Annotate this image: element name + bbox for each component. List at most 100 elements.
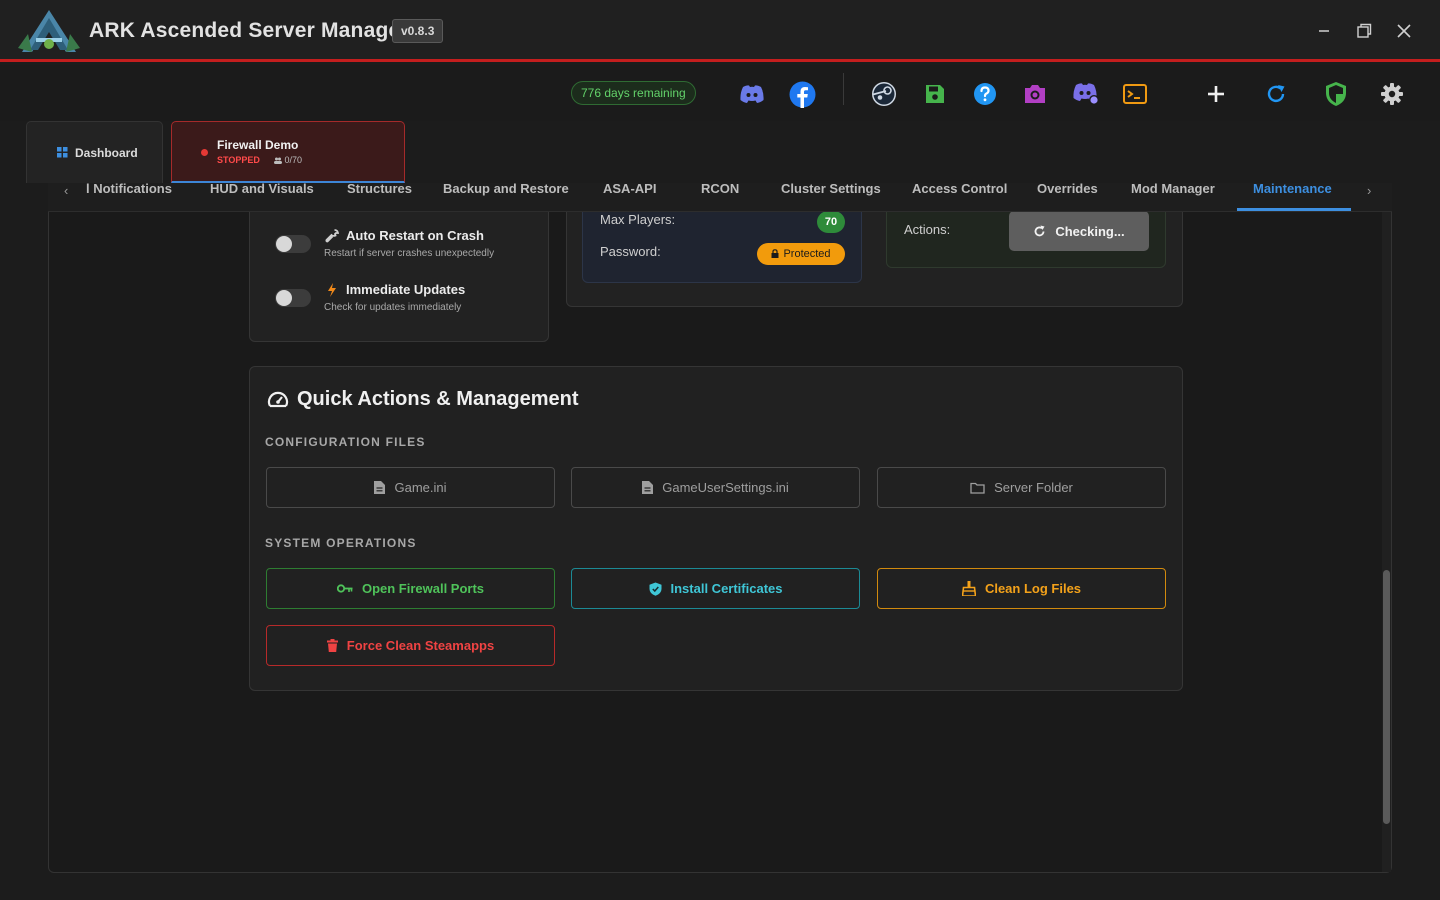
- clean-log-files-label: Clean Log Files: [984, 581, 1082, 596]
- tab-structures[interactable]: Structures: [347, 183, 412, 196]
- password-badge: Protected: [757, 243, 845, 265]
- console-button[interactable]: [1120, 79, 1150, 109]
- key-icon: [336, 584, 353, 593]
- immediate-updates-title: Immediate Updates: [346, 282, 466, 297]
- tab-access-control[interactable]: Access Control: [912, 183, 1007, 196]
- password-label: Password:: [600, 244, 661, 259]
- tab-backup-restore[interactable]: Backup and Restore: [443, 183, 569, 196]
- tab-asa-api[interactable]: ASA-API: [603, 183, 656, 196]
- file-icon: [642, 481, 654, 494]
- force-clean-steamapps-label: Force Clean Steamapps: [346, 638, 495, 653]
- tab-overrides[interactable]: Overrides: [1037, 183, 1098, 196]
- save-icon: [926, 85, 944, 103]
- tab-server-firewall-demo[interactable]: Firewall Demo STOPPED 0/70: [171, 121, 405, 183]
- app-title: ARK Ascended Server Manager: [89, 19, 409, 42]
- toolbar-separator: [843, 73, 844, 105]
- tab-notifications[interactable]: l Notifications: [86, 183, 172, 196]
- game-ini-button[interactable]: Game.ini: [266, 467, 555, 508]
- facebook-icon: [789, 81, 815, 108]
- license-days-badge: 776 days remaining: [571, 81, 696, 105]
- max-players-label: Max Players:: [600, 212, 676, 227]
- plus-icon: [1208, 86, 1224, 102]
- shield-icon: [1326, 82, 1346, 106]
- settings-tabs: ‹ l Notifications HUD and Visuals Struct…: [48, 183, 1392, 212]
- trash-icon: [326, 639, 338, 652]
- password-value: Protected: [783, 248, 831, 260]
- refresh-icon: [1267, 85, 1285, 103]
- tab-dashboard-label: Dashboard: [75, 146, 138, 160]
- lock-icon: [771, 249, 779, 258]
- settings-button[interactable]: [1377, 79, 1407, 109]
- users-icon: [274, 157, 282, 165]
- file-icon: [374, 481, 386, 494]
- bolt-icon: [328, 283, 336, 297]
- auto-restart-toggle[interactable]: [275, 235, 311, 253]
- steam-button[interactable]: [869, 79, 899, 109]
- system-operations-label: SYSTEM OPERATIONS: [265, 536, 417, 550]
- restart-options-card: [249, 190, 549, 342]
- game-ini-label: Game.ini: [394, 480, 447, 495]
- discord-bot-icon: [1073, 83, 1099, 105]
- gameusersettings-ini-label: GameUserSettings.ini: [662, 480, 789, 495]
- install-certificates-label: Install Certificates: [670, 581, 783, 596]
- shield-check-icon: [649, 582, 661, 596]
- add-server-button[interactable]: [1201, 79, 1231, 109]
- save-button[interactable]: [920, 79, 950, 109]
- discord-icon: [740, 85, 764, 103]
- ark-logo: [18, 10, 80, 52]
- tab-hud-visuals[interactable]: HUD and Visuals: [210, 183, 314, 196]
- version-badge: v0.8.3: [392, 19, 444, 43]
- auto-restart-title: Auto Restart on Crash: [346, 228, 484, 243]
- server-name: Firewall Demo: [217, 138, 299, 152]
- tab-cluster-settings[interactable]: Cluster Settings: [781, 183, 881, 196]
- help-button[interactable]: [970, 79, 1000, 109]
- minimize-icon: [1319, 30, 1329, 32]
- force-clean-steamapps-button[interactable]: Force Clean Steamapps: [266, 625, 555, 666]
- tab-maintenance[interactable]: Maintenance: [1253, 183, 1332, 196]
- server-folder-button[interactable]: Server Folder: [877, 467, 1166, 508]
- restore-button[interactable]: [1347, 14, 1381, 48]
- install-certificates-button[interactable]: Install Certificates: [571, 568, 860, 609]
- clean-log-files-button[interactable]: Clean Log Files: [877, 568, 1166, 609]
- gameusersettings-ini-button[interactable]: GameUserSettings.ini: [571, 467, 860, 508]
- status-dot: [201, 149, 208, 156]
- tab-rcon[interactable]: RCON: [701, 183, 739, 196]
- terminal-icon: [1123, 84, 1147, 104]
- discord-button[interactable]: [737, 79, 767, 109]
- gear-icon: [1381, 83, 1403, 105]
- server-folder-label: Server Folder: [994, 480, 1073, 495]
- broom-icon: [961, 581, 976, 596]
- immediate-updates-toggle[interactable]: [275, 289, 311, 307]
- tabs-scroll-left[interactable]: ‹: [64, 183, 68, 198]
- refresh-button[interactable]: [1261, 79, 1291, 109]
- open-firewall-ports-button[interactable]: Open Firewall Ports: [266, 568, 555, 609]
- steam-icon: [872, 82, 896, 106]
- discord-bot-button[interactable]: [1071, 79, 1101, 109]
- dashboard-icon: [57, 147, 68, 158]
- tab-dashboard[interactable]: Dashboard: [26, 121, 163, 183]
- close-button[interactable]: [1387, 14, 1421, 48]
- facebook-button[interactable]: [787, 79, 817, 109]
- screenshot-button[interactable]: [1020, 79, 1050, 109]
- check-updates-button[interactable]: Checking...: [1009, 211, 1149, 251]
- minimize-button[interactable]: [1307, 14, 1341, 48]
- actions-label: Actions:: [904, 222, 951, 237]
- tab-mod-manager[interactable]: Mod Manager: [1131, 183, 1215, 196]
- scrollbar-thumb[interactable]: [1383, 570, 1390, 824]
- restore-icon: [1357, 23, 1372, 38]
- player-count: 0/70: [274, 155, 302, 165]
- player-count-value: 0/70: [284, 155, 303, 165]
- quick-actions-title: Quick Actions & Management: [297, 388, 579, 410]
- tabs-scroll-right[interactable]: ›: [1367, 183, 1371, 198]
- security-button[interactable]: [1321, 79, 1351, 109]
- camera-icon: [1025, 85, 1045, 103]
- max-players-badge: 70: [817, 211, 845, 233]
- title-bar: ARK Ascended Server Manager v0.8.3: [0, 0, 1440, 62]
- config-files-label: CONFIGURATION FILES: [265, 435, 426, 449]
- wrench-icon: [325, 229, 339, 243]
- server-status: STOPPED: [217, 155, 260, 165]
- open-firewall-ports-label: Open Firewall Ports: [361, 581, 485, 596]
- speedometer-icon: [267, 391, 289, 408]
- immediate-updates-desc: Check for updates immediately: [324, 302, 462, 313]
- folder-icon: [970, 482, 985, 494]
